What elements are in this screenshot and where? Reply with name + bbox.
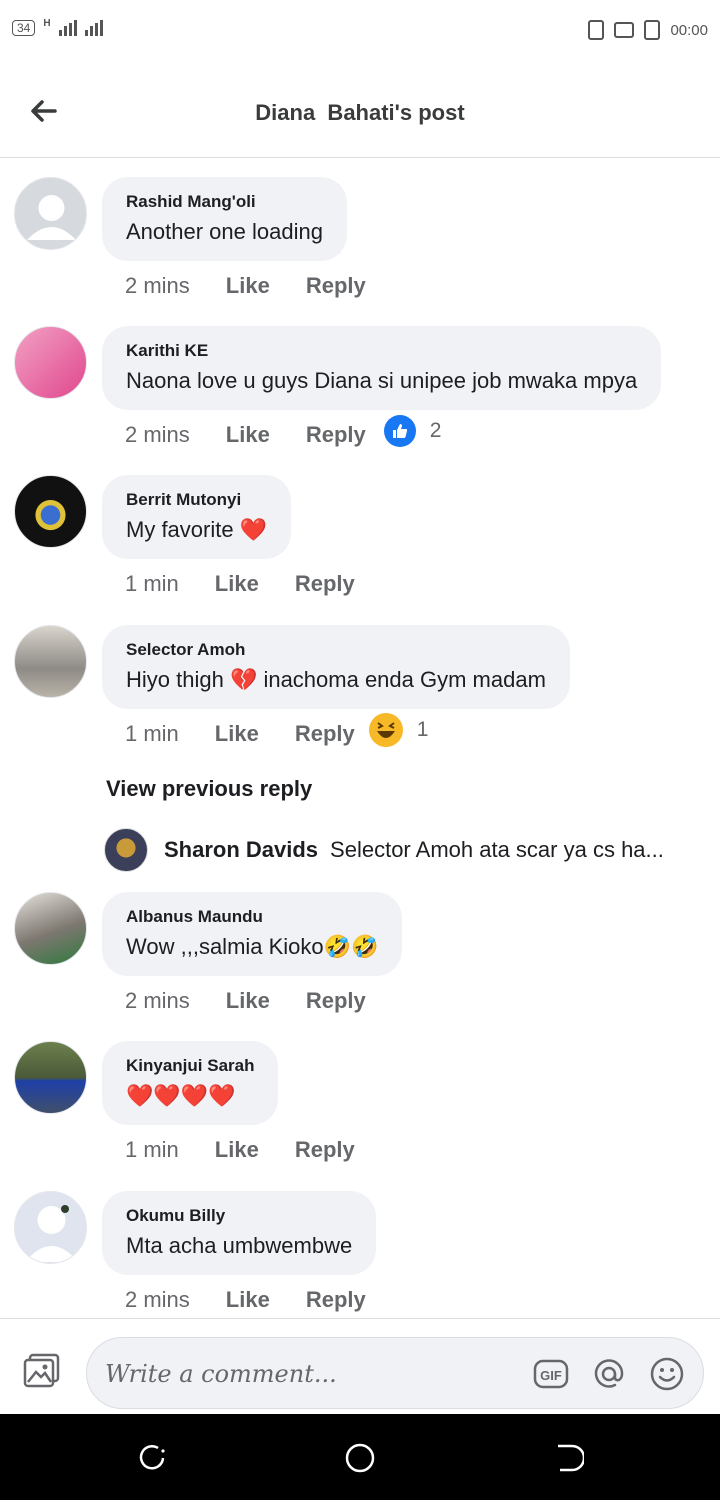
avatar[interactable] [14,177,87,250]
photo-button[interactable] [22,1353,62,1389]
page-title: Diana Bahati's post [255,100,465,125]
comment-composer: GIF [0,1318,720,1414]
comment-bubble[interactable]: Rashid Mang'oli Another one loading [102,177,347,261]
like-button[interactable]: Like [215,721,259,747]
comment-bubble[interactable]: Selector Amoh Hiyo thigh 💔 inachoma enda… [102,625,570,709]
gif-icon[interactable]: GIF [533,1356,569,1392]
avatar[interactable] [14,625,87,698]
comment-text: Wow ,,,salmia Kioko🤣🤣 [126,934,379,959]
signal-icon [58,20,103,36]
like-button[interactable]: Like [226,422,270,448]
avatar[interactable] [14,1041,87,1114]
comment-time: 2 mins [125,1287,190,1312]
like-button[interactable]: Like [226,273,270,299]
reply-text: Selector Amoh ata scar ya cs ha... [330,837,664,862]
comment-author[interactable]: Kinyanjui Sarah [126,1055,254,1077]
reply-author[interactable]: Sharon Davids [164,837,318,863]
comment-time: 1 min [125,571,179,596]
comment-text: ❤️❤️❤️❤️ [126,1083,236,1108]
reaction-summary[interactable]: 2 [383,415,442,447]
view-previous-reply-link[interactable]: View previous reply [106,776,312,802]
comment-author[interactable]: Okumu Billy [126,1205,352,1227]
comment-bubble[interactable]: Okumu Billy Mta acha umbwembwe [102,1191,377,1275]
status-left: 34 H [12,17,105,36]
comment-author[interactable]: Berrit Mutonyi [126,489,267,511]
comment-time: 1 min [125,721,179,746]
reply-button[interactable]: Reply [295,1137,355,1163]
comment-actions: 1 min Like Reply [125,1137,391,1163]
reply-button[interactable]: Reply [306,988,366,1014]
like-button[interactable]: Like [215,1137,259,1163]
comment-actions: 2 mins Like Reply 2 [125,415,441,448]
comment-time: 2 mins [125,273,190,298]
back-nav-icon[interactable] [552,1442,584,1474]
comment-actions: 1 min Like Reply 1 [125,713,428,747]
like-button[interactable]: Like [226,1287,270,1313]
comment-input[interactable] [105,1348,525,1400]
comment-actions: 2 mins Like Reply [125,988,402,1014]
reply-preview[interactable]: Sharon Davids Selector Amoh ata scar ya … [104,828,664,872]
reply-button[interactable]: Reply [306,1287,366,1313]
reply-button[interactable]: Reply [295,721,355,747]
comment-text: Naona love u guys Diana si unipee job mw… [126,368,638,393]
battery-icon [644,20,661,40]
comment-bubble[interactable]: Kinyanjui Sarah ❤️❤️❤️❤️ [102,1041,279,1125]
avatar[interactable] [14,326,87,399]
system-nav-bar [0,1414,720,1500]
svg-text:GIF: GIF [540,1368,562,1383]
avatar[interactable] [14,1191,87,1264]
avatar[interactable] [14,892,87,965]
comment-input-wrap: GIF [86,1337,704,1409]
status-bar: 34 H 00:00 [0,0,720,66]
comment-time: 2 mins [125,422,190,447]
home-icon[interactable] [344,1442,376,1474]
comment-time: 1 min [125,1137,179,1162]
vibrate-icon [614,22,635,38]
comment-author[interactable]: Selector Amoh [126,639,546,661]
alert-icon [588,20,605,40]
comment-text: Mta acha umbwembwe [126,1233,353,1258]
comment-actions: 1 min Like Reply [125,571,391,597]
mention-icon[interactable] [591,1356,627,1392]
reaction-count: 1 [416,718,429,741]
clock: 00:00 [670,21,708,39]
reply-button[interactable]: Reply [295,571,355,597]
app-header: Diana Bahati's post [0,66,720,158]
emoji-icon[interactable] [649,1356,685,1392]
comment-bubble[interactable]: Berrit Mutonyi My favorite ❤️ [102,475,292,559]
like-button[interactable]: Like [226,988,270,1014]
reaction-count: 2 [429,419,442,442]
like-button[interactable]: Like [215,571,259,597]
silhouette-icon [25,1205,78,1262]
default-avatar-icon [27,195,76,240]
comment-time: 2 mins [125,988,190,1013]
comment-list: Rashid Mang'oli Another one loading 2 mi… [0,160,720,1318]
comment-text: My favorite ❤️ [126,517,268,542]
recent-apps-icon[interactable] [136,1442,168,1474]
photo-icon [23,1353,60,1388]
status-right: 00:00 [588,20,708,40]
avatar[interactable] [14,475,87,548]
like-reaction-icon [383,415,416,447]
comment-bubble[interactable]: Karithi KE Naona love u guys Diana si un… [102,326,662,410]
comment-author[interactable]: Albanus Maundu [126,906,378,928]
notification-badge: 34 [12,20,36,36]
reply-button[interactable]: Reply [306,273,366,299]
comment-text: Another one loading [126,219,323,244]
comment-text: Hiyo thigh 💔 inachoma enda Gym madam [126,667,546,692]
reaction-summary[interactable]: 1 [368,713,429,747]
comment-author[interactable]: Rashid Mang'oli [126,191,323,213]
comment-actions: 2 mins Like Reply [125,1287,402,1313]
comment-author[interactable]: Karithi KE [126,340,637,362]
comment-actions: 2 mins Like Reply [125,273,402,299]
network-type: H [43,17,51,29]
comment-bubble[interactable]: Albanus Maundu Wow ,,,salmia Kioko🤣🤣 [102,892,403,976]
avatar[interactable] [104,828,148,872]
haha-reaction-icon [368,713,403,747]
reply-button[interactable]: Reply [306,422,366,448]
